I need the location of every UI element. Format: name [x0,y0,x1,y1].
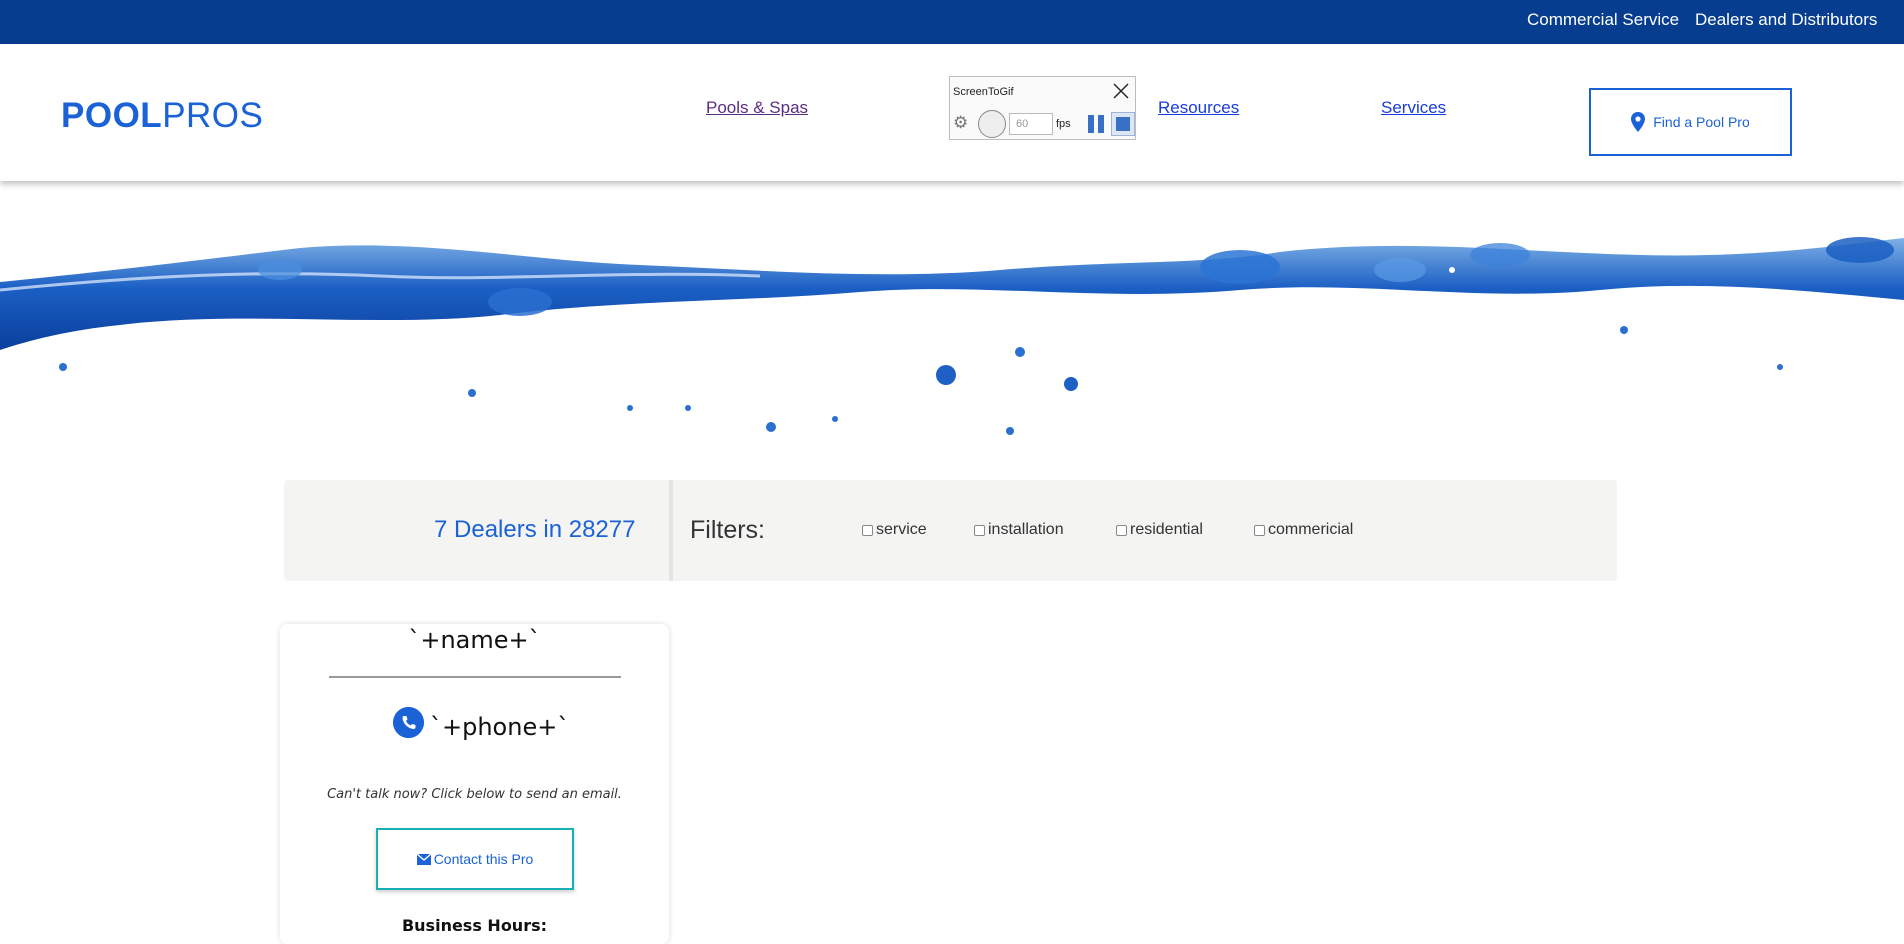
filter-divider [669,480,673,581]
filter-service[interactable]: service [862,521,927,539]
record-button[interactable] [978,110,1006,138]
fps-label: fps [1056,118,1071,130]
filter-residential-checkbox[interactable] [1116,524,1127,536]
filter-service-checkbox[interactable] [862,524,873,536]
screentogif-recorder-overlay: ScreenToGif ⚙ 60 fps [949,76,1136,140]
pause-button[interactable] [1088,115,1104,133]
find-pool-pro-button[interactable]: Find a Pool Pro [1589,88,1792,156]
contact-pro-label: Contact this Pro [433,851,534,867]
logo-text-pool: POOL [61,96,163,135]
results-filter-bar: 7 Dealers in 28277 Filters: service inst… [284,480,1617,581]
close-icon[interactable] [1113,83,1129,99]
filter-commercial-label: commericial [1268,521,1354,538]
filter-installation-label: installation [988,521,1064,538]
card-divider [329,676,621,678]
filter-residential-label: residential [1130,521,1203,538]
gear-icon[interactable]: ⚙ [953,113,968,133]
filter-installation-checkbox[interactable] [974,524,985,536]
dealers-distributors-link[interactable]: Dealers and Distributors [1695,10,1877,30]
nav-pools-spas[interactable]: Pools & Spas [706,98,808,118]
dealer-phone[interactable]: `+phone+` [430,713,569,741]
dealer-count: 7 Dealers in 28277 [434,516,636,543]
logo-text-pros: PROS [162,96,264,135]
business-hours-label: Business Hours: [401,916,548,935]
filter-service-label: service [876,521,927,538]
find-pool-pro-label: Find a Pool Pro [1653,114,1750,130]
nav-resources[interactable]: Resources [1158,98,1239,118]
filter-residential[interactable]: residential [1116,521,1203,539]
filter-commercial-checkbox[interactable] [1254,524,1265,536]
filter-commercial[interactable]: commericial [1254,521,1353,539]
stop-button[interactable] [1111,112,1135,136]
water-splash-banner [0,237,1904,435]
dealer-card: `+name+` `+phone+` Can't talk now? Click… [280,624,669,944]
poolpros-logo[interactable]: POOLPROS [61,96,263,136]
phone-icon[interactable] [393,707,424,738]
dealer-name: `+name+` [408,626,541,654]
map-pin-icon [1631,112,1646,132]
fps-input[interactable]: 60 [1009,113,1053,135]
contact-pro-button[interactable]: Contact this Pro [376,828,574,890]
filters-label: Filters: [690,516,765,544]
recorder-title: ScreenToGif [953,86,1014,98]
top-utility-bar: Commercial Service Dealers and Distribut… [0,0,1904,44]
commercial-service-link[interactable]: Commercial Service [1527,10,1679,30]
envelope-icon [416,853,431,865]
email-prompt: Can't talk now? Click below to send an e… [327,787,622,802]
nav-services[interactable]: Services [1381,98,1446,118]
filter-installation[interactable]: installation [974,521,1064,539]
